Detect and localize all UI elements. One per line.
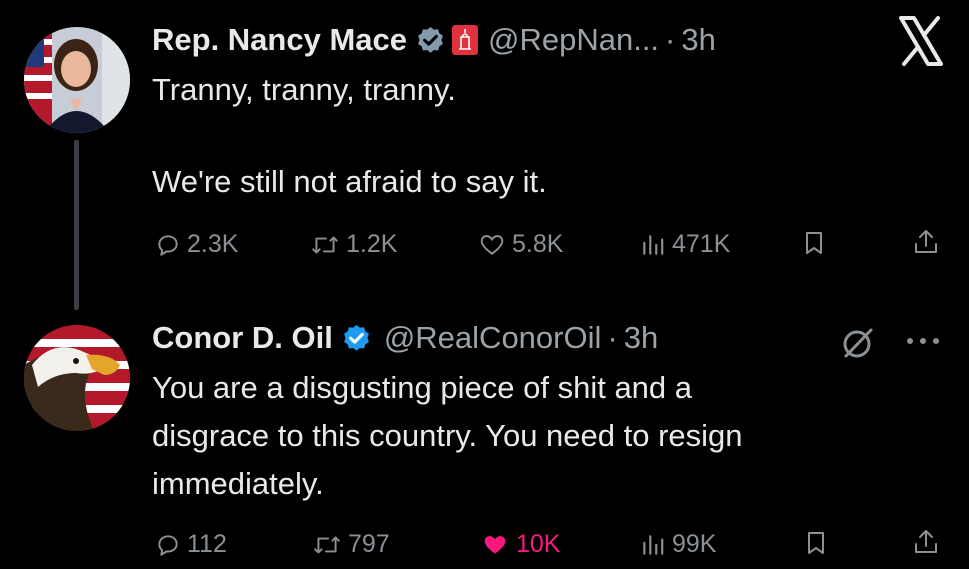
tweet2-reply-count: 112 bbox=[187, 530, 227, 558]
tweet2-views-button[interactable]: 99K bbox=[640, 530, 716, 559]
tweet1-text-line1: Tranny, tranny, tranny. bbox=[152, 72, 456, 107]
tweet1-retweet-button[interactable]: 1.2K bbox=[310, 230, 397, 259]
bookmark-icon[interactable] bbox=[802, 230, 826, 256]
tweet2-retweet-button[interactable]: 797 bbox=[312, 530, 390, 559]
tweet1-views-button[interactable]: 471K bbox=[640, 230, 730, 259]
tweet1-author-name[interactable]: Rep. Nancy Mace bbox=[152, 22, 407, 58]
tweet2-timestamp[interactable]: 3h bbox=[624, 320, 658, 356]
tweet1-retweet-count: 1.2K bbox=[346, 230, 398, 258]
tweet2-view-count: 99K bbox=[672, 530, 717, 558]
tweet1-reply-button[interactable]: 2.3K bbox=[155, 230, 238, 259]
tweet1-like-button[interactable]: 5.8K bbox=[478, 230, 563, 259]
grok-icon[interactable] bbox=[840, 325, 876, 361]
tweet2-like-button[interactable]: 10K bbox=[480, 530, 560, 559]
tweet1-text-line2: We're still not afraid to say it. bbox=[152, 164, 547, 199]
separator-dot: · bbox=[665, 22, 676, 57]
retweet-icon bbox=[312, 236, 338, 253]
tweet2-retweet-count: 797 bbox=[348, 530, 390, 558]
tweet1-header: Rep. Nancy Mace @RepNan... · 3h bbox=[152, 22, 716, 58]
avatar-rep-nancy-mace[interactable] bbox=[24, 27, 130, 133]
tweet1-view-count: 471K bbox=[672, 230, 731, 258]
tweet2-header: Conor D. Oil @RealConorOil · 3h bbox=[152, 320, 658, 356]
tweet2-author-name[interactable]: Conor D. Oil bbox=[152, 320, 333, 356]
separator-dot: · bbox=[607, 320, 618, 355]
thread-connector bbox=[74, 140, 79, 310]
tweet2-text-line3: immediately. bbox=[152, 466, 324, 501]
like-icon bbox=[480, 234, 504, 255]
avatar-conor-d-oil[interactable] bbox=[24, 325, 130, 431]
house-affiliation-badge-icon bbox=[452, 25, 478, 55]
tweet1-timestamp[interactable]: 3h bbox=[681, 22, 715, 58]
share-icon[interactable] bbox=[912, 528, 940, 556]
tweet2-text-line2: disgrace to this country. You need to re… bbox=[152, 418, 743, 453]
like-filled-icon bbox=[484, 535, 506, 554]
tweet2-text-line1: You are a disgusting piece of shit and a bbox=[152, 370, 693, 405]
tweet1-author-handle[interactable]: @RepNan... bbox=[488, 22, 659, 58]
tweet1-reply-count: 2.3K bbox=[187, 230, 239, 258]
x-logo[interactable] bbox=[897, 14, 945, 68]
blue-verified-icon bbox=[343, 324, 369, 351]
tweet1-like-count: 5.8K bbox=[512, 230, 564, 258]
tweet2-reply-button[interactable]: 112 bbox=[155, 530, 227, 559]
tweet2-author-handle[interactable]: @RealConorOil bbox=[384, 320, 602, 356]
retweet-icon bbox=[314, 536, 340, 553]
gray-verified-icon bbox=[418, 26, 443, 53]
share-icon[interactable] bbox=[912, 228, 940, 256]
views-icon bbox=[643, 234, 664, 255]
more-icon[interactable] bbox=[903, 334, 943, 348]
reply-icon bbox=[158, 234, 178, 256]
bookmark-icon[interactable] bbox=[804, 530, 828, 556]
tweet2-like-count: 10K bbox=[516, 530, 561, 558]
views-icon bbox=[643, 534, 664, 555]
reply-icon bbox=[158, 534, 178, 556]
